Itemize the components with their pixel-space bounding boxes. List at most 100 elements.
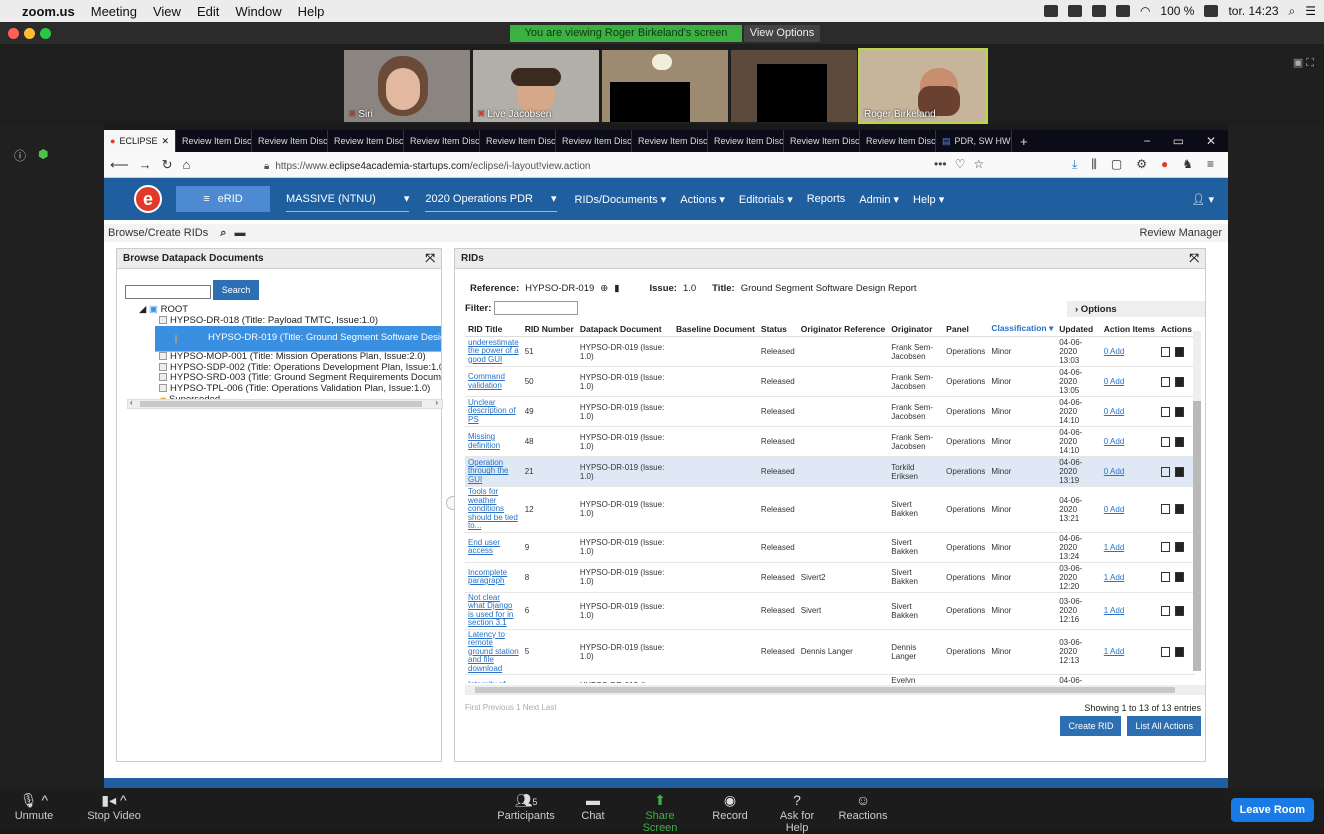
review-select[interactable]: 2020 Operations PDR ▾ xyxy=(425,186,557,212)
table-cell[interactable]: 0 Add xyxy=(1100,486,1158,533)
airplay-icon[interactable] xyxy=(1115,5,1130,17)
home-icon[interactable]: ⌂ xyxy=(183,157,191,172)
reactions-button[interactable]: ☺ Reactions xyxy=(838,792,888,822)
pdf-icon[interactable] xyxy=(1174,346,1184,357)
cell-text[interactable]: 1 Add xyxy=(1104,573,1124,582)
back-icon[interactable]: ⟵ xyxy=(110,157,129,173)
cell-text[interactable]: 0 Add xyxy=(1104,407,1124,416)
scroll-thumb[interactable] xyxy=(1193,401,1201,671)
cell-text[interactable]: 0 Add xyxy=(1104,505,1124,514)
table-cell[interactable]: Command validation xyxy=(465,366,522,397)
status-icon[interactable] xyxy=(1067,5,1082,17)
pdf-icon[interactable] xyxy=(1174,436,1184,447)
tab-review-item[interactable]: Review Item Disc xyxy=(252,130,328,152)
minimize-icon[interactable]: − xyxy=(1144,134,1151,148)
tab-review-item[interactable]: Review Item Disc xyxy=(328,130,404,152)
tab-review-item[interactable]: Review Item Disc xyxy=(632,130,708,152)
options-toggle[interactable]: › Options xyxy=(1067,301,1205,317)
sidebar-icon[interactable]: ▢ xyxy=(1111,157,1122,172)
zoom-window-icon[interactable] xyxy=(40,28,51,39)
edit-document-icon[interactable] xyxy=(1160,504,1170,515)
minimize-window-icon[interactable] xyxy=(24,28,35,39)
close-icon[interactable]: ✕ xyxy=(1206,134,1216,148)
cell-text[interactable]: underestimate the power of a good GUI xyxy=(468,338,519,364)
pdf-icon[interactable] xyxy=(1174,466,1184,477)
col-header[interactable]: Originator xyxy=(888,321,944,337)
tree-item[interactable]: HYPSO-MOP-001 (Title: Mission Operations… xyxy=(139,352,441,363)
table-row[interactable]: Latency to remote ground station and fil… xyxy=(465,629,1195,675)
info-icon[interactable]: ⓘ xyxy=(14,147,26,164)
nav-editorials[interactable]: Editorials ▾ xyxy=(739,193,793,206)
horizontal-scrollbar[interactable] xyxy=(465,685,1205,695)
tab-review-item[interactable]: Review Item Disc xyxy=(708,130,784,152)
clock[interactable]: tor. 14:23 xyxy=(1228,4,1278,18)
cell-text[interactable]: Tools for weather conditions should be t… xyxy=(468,487,518,530)
cell-text[interactable]: 1 Add xyxy=(1104,543,1124,552)
horizontal-scrollbar[interactable]: ‹ › xyxy=(127,398,443,409)
table-cell[interactable]: Unclear description of PS xyxy=(465,396,522,427)
pdf-icon[interactable] xyxy=(1174,542,1184,552)
scroll-left-icon[interactable]: ‹ xyxy=(130,398,133,407)
download-icon[interactable]: ⤓ xyxy=(1072,157,1077,172)
table-cell[interactable]: 0 Add xyxy=(1100,336,1158,367)
table-row[interactable]: Tools for weather conditions should be t… xyxy=(465,486,1195,533)
chat-button[interactable]: ▬ Chat xyxy=(578,792,608,822)
scroll-thumb[interactable] xyxy=(140,401,422,407)
url-field[interactable]: 🔒︎ https://www. eclipse4academia-startups… xyxy=(264,156,984,176)
table-row[interactable]: Unclear description of PS 49 HYPSO-DR-019 … xyxy=(465,396,1195,427)
tree-item[interactable]: HYPSO-TPL-006 (Title: Operations Validat… xyxy=(139,383,441,395)
tree-item[interactable]: HYPSO-SDP-002 (Title: Operations Develop… xyxy=(139,362,441,374)
cell-text[interactable]: End user access xyxy=(468,538,500,556)
battery-text[interactable]: 100 % xyxy=(1160,4,1194,18)
tab-pdr[interactable]: ▤ PDR, SW HW xyxy=(936,130,1012,152)
col-header[interactable]: RID Number xyxy=(521,321,577,337)
close-tab-icon[interactable]: ✕ xyxy=(161,130,169,152)
app-menu[interactable]: zoom.us xyxy=(22,4,75,19)
table-row[interactable]: Command validation 50 HYPSO-DR-019 (Issue:… xyxy=(465,366,1195,397)
cell-text[interactable]: Command validation xyxy=(468,372,505,390)
status-icon[interactable] xyxy=(1091,5,1106,17)
table-cell[interactable]: End user access xyxy=(465,532,522,563)
cell-text[interactable]: Operation through the GUI xyxy=(468,458,508,484)
list-all-actions-button[interactable]: List All Actions xyxy=(1127,716,1201,736)
expand-icon[interactable]: ⤧ xyxy=(425,251,435,266)
cell-text[interactable]: 0 Add xyxy=(1104,467,1124,476)
video-tile[interactable]: ✕ Live Jacobsen xyxy=(473,50,599,122)
nav-admin[interactable]: Admin ▾ xyxy=(859,193,899,206)
col-header[interactable]: RID Title xyxy=(465,321,522,337)
table-cell[interactable]: 1 Add xyxy=(1100,629,1158,675)
record-button[interactable]: ◉ Record xyxy=(710,792,750,822)
pdf-icon[interactable]: ▮ xyxy=(614,283,619,294)
collapse-icon[interactable]: ◢ xyxy=(139,305,146,315)
tab-review-item[interactable]: Review Item Disc xyxy=(480,130,556,152)
tab-eclipse[interactable]: ● ECLIPSE ✕ xyxy=(104,130,176,152)
forward-icon[interactable]: → xyxy=(139,157,152,172)
table-cell[interactable]: 1 Add xyxy=(1100,532,1158,563)
table-cell[interactable]: 0 Add xyxy=(1100,396,1158,427)
status-icon[interactable] xyxy=(1043,5,1058,17)
edit-document-icon[interactable] xyxy=(1160,646,1170,657)
scroll-right-icon[interactable]: › xyxy=(435,398,438,407)
col-header[interactable]: Updated xyxy=(1056,321,1101,337)
pocket-icon[interactable]: ♡ xyxy=(955,157,966,171)
col-header[interactable]: Actions xyxy=(1157,321,1195,337)
table-cell[interactable]: Not clear what Django is used for in sec… xyxy=(465,592,522,630)
bookmark-star-icon[interactable]: ☆ xyxy=(973,157,984,171)
edit-document-icon[interactable] xyxy=(1160,572,1170,582)
pdf-icon[interactable] xyxy=(1174,376,1184,387)
cell-text[interactable]: 1 Add xyxy=(1104,606,1124,615)
menu-window[interactable]: Window xyxy=(235,4,281,19)
cell-text[interactable]: Not clear what Django is used for in sec… xyxy=(468,593,513,628)
leave-room-button[interactable]: Leave Room xyxy=(1230,798,1314,822)
tab-review-item[interactable]: Review Item Disc xyxy=(176,130,252,152)
tree-item[interactable]: HYPSO-SRD-003 (Title: Ground Segment Req… xyxy=(139,373,441,384)
library-icon[interactable]: ⫼ xyxy=(1091,157,1097,172)
col-header[interactable]: Baseline Document xyxy=(673,321,758,337)
new-tab-icon[interactable]: + xyxy=(1020,134,1028,149)
cell-text[interactable]: 1 Add xyxy=(1104,647,1124,656)
user-menu-icon[interactable]: 👤︎ ▾ xyxy=(1191,193,1214,206)
pdf-icon[interactable] xyxy=(1174,406,1184,417)
col-header[interactable]: Panel xyxy=(943,321,989,337)
table-cell[interactable]: 0 Add xyxy=(1100,456,1158,487)
table-cell[interactable]: Operation through the GUI xyxy=(465,456,522,487)
